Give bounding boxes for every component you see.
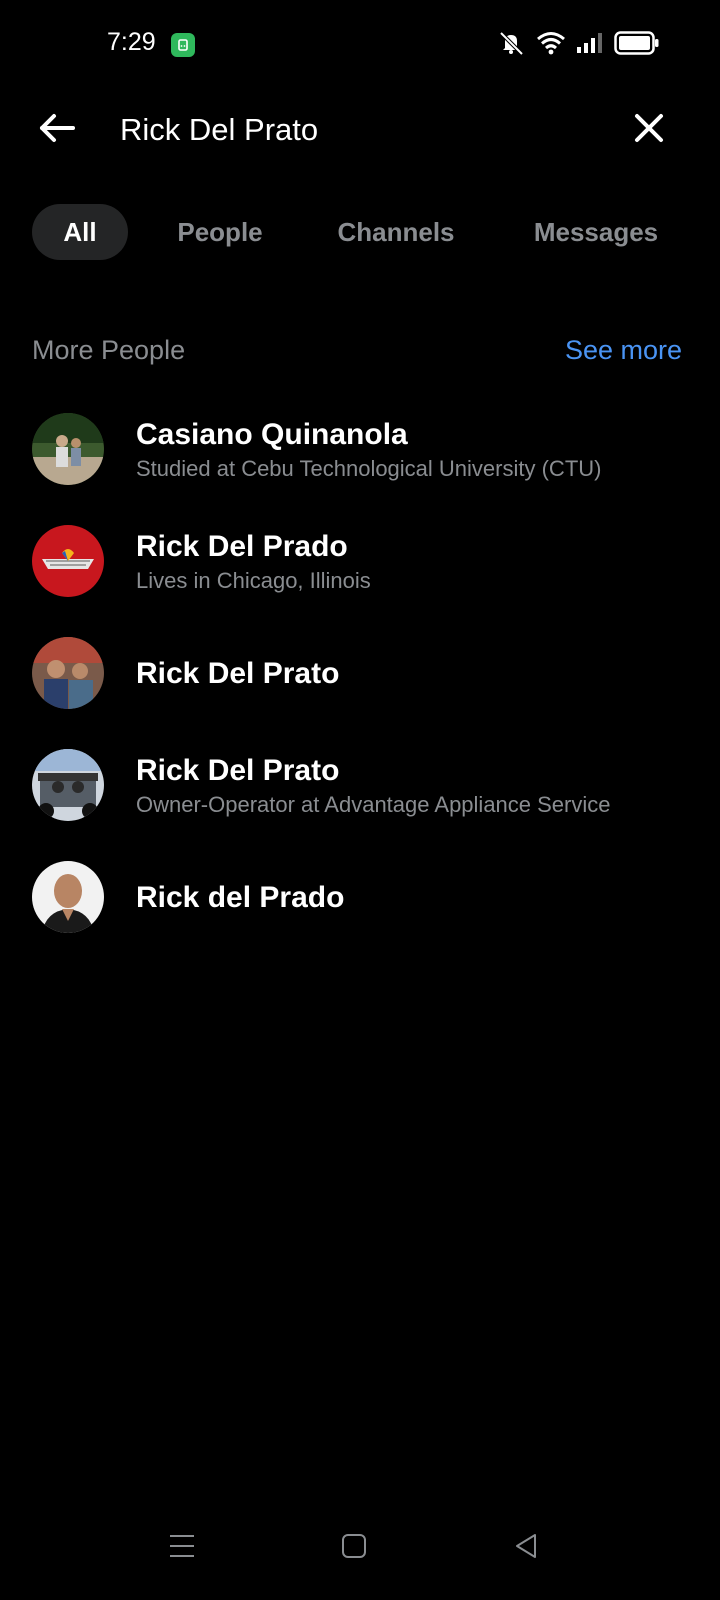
result-subtitle: Lives in Chicago, Illinois [136, 568, 371, 593]
app-notification-icon [171, 33, 195, 57]
home-button[interactable] [334, 1528, 374, 1568]
filter-tabs: All People Channels Messages [32, 204, 692, 260]
result-item[interactable]: Rick del Prado [0, 848, 720, 960]
avatar [32, 749, 104, 821]
result-name: Casiano Quinanola [136, 418, 408, 451]
signal-icon [576, 32, 604, 59]
result-name: Rick Del Prato [136, 754, 340, 787]
triangle-back-icon [513, 1532, 539, 1565]
result-item[interactable]: Rick Del Prato [0, 624, 720, 736]
result-subtitle: Studied at Cebu Technological University… [136, 456, 602, 481]
status-icons [496, 30, 660, 60]
result-subtitle: Owner-Operator at Advantage Appliance Se… [136, 792, 611, 817]
tab-messages[interactable]: Messages [510, 204, 682, 260]
section-header: More People See more [32, 335, 682, 371]
tab-channels[interactable]: Channels [318, 204, 474, 260]
mute-icon [496, 30, 526, 61]
system-nav-bar [0, 1490, 720, 1600]
status-time: 7:29 [107, 28, 156, 56]
avatar [32, 413, 104, 485]
search-input[interactable] [120, 103, 600, 157]
result-item[interactable]: Rick Del Prato Owner-Operator at Advanta… [0, 736, 720, 848]
clear-search-button[interactable] [626, 107, 672, 153]
result-name: Rick Del Prado [136, 530, 348, 563]
search-header [0, 95, 720, 165]
square-icon [341, 1533, 367, 1564]
back-button[interactable] [34, 107, 80, 153]
status-bar: 7:29 [0, 0, 720, 90]
result-name: Rick del Prado [136, 881, 345, 914]
tab-people[interactable]: People [156, 204, 284, 260]
avatar [32, 637, 104, 709]
arrow-left-icon [38, 112, 76, 149]
battery-icon [614, 30, 660, 60]
close-icon [634, 113, 664, 148]
recents-button[interactable] [162, 1528, 202, 1568]
avatar [32, 525, 104, 597]
result-name: Rick Del Prato [136, 657, 340, 690]
results-list: Casiano Quinanola Studied at Cebu Techno… [0, 400, 720, 960]
section-title: More People [32, 335, 186, 365]
see-more-link[interactable]: See more [565, 335, 682, 366]
menu-icon [168, 1533, 196, 1564]
result-item[interactable]: Rick Del Prado Lives in Chicago, Illinoi… [0, 512, 720, 624]
search-screen: 7:29 Rick Del Prato All People Channels … [0, 0, 720, 1600]
back-nav-button[interactable] [506, 1528, 546, 1568]
avatar [32, 861, 104, 933]
result-item[interactable]: Casiano Quinanola Studied at Cebu Techno… [0, 400, 720, 512]
tab-all[interactable]: All [32, 204, 128, 260]
wifi-icon [536, 31, 566, 60]
